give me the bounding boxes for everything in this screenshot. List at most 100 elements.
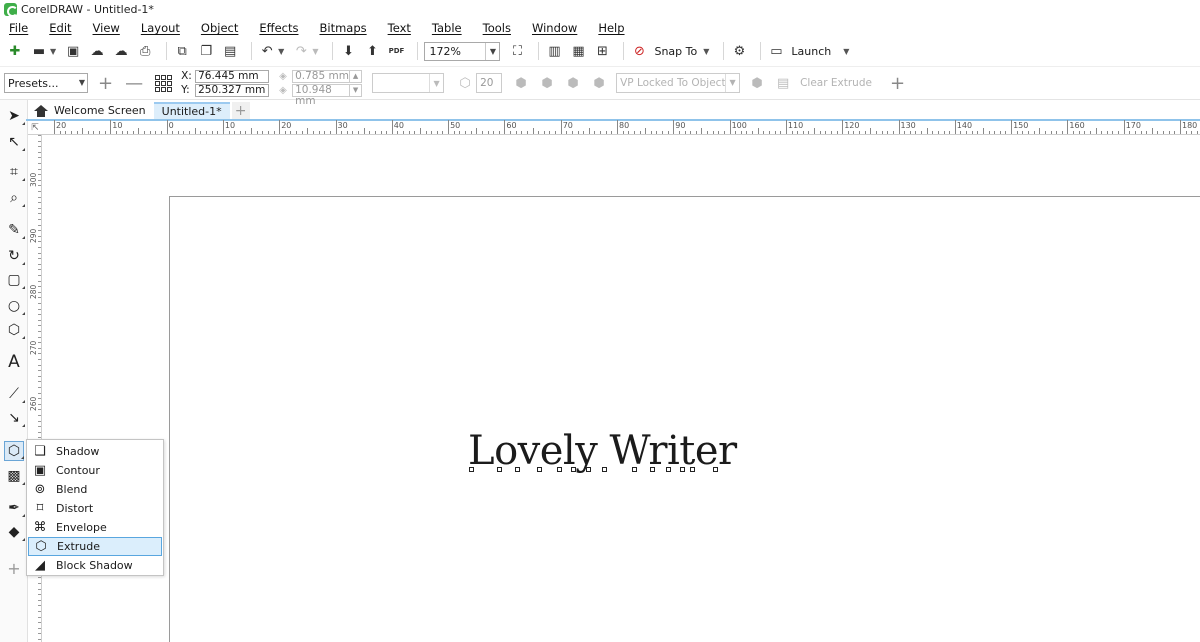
- vanishing-point-select[interactable]: VP Locked To Object ▼: [616, 73, 741, 93]
- flyout-item-block-shadow[interactable]: ◢ Block Shadow: [28, 556, 162, 575]
- menu-tools[interactable]: Tools: [483, 21, 511, 35]
- zoom-tool-icon[interactable]: ⌕: [4, 188, 25, 208]
- menu-edit[interactable]: Edit: [49, 21, 71, 35]
- flyout-item-distort[interactable]: ⌑ Distort: [28, 499, 162, 518]
- menu-window[interactable]: Window: [532, 21, 577, 35]
- flyout-item-envelope[interactable]: ⌘ Envelope: [28, 518, 162, 537]
- menu-help[interactable]: Help: [598, 21, 624, 35]
- node-handle[interactable]: [571, 467, 576, 472]
- print-icon[interactable]: ⎙: [136, 42, 154, 60]
- export-icon[interactable]: ⬆: [363, 42, 381, 60]
- node-handle[interactable]: [497, 467, 502, 472]
- remove-preset-icon[interactable]: —: [125, 73, 143, 94]
- menu-object[interactable]: Object: [201, 21, 238, 35]
- new-tab-icon[interactable]: +: [231, 102, 250, 119]
- flyout-item-shadow[interactable]: ❑ Shadow: [28, 442, 162, 461]
- node-handle[interactable]: [650, 467, 655, 472]
- parallel-dimension-tool-icon[interactable]: ⟋: [4, 384, 25, 404]
- y-position-input[interactable]: 250.327 mm: [195, 83, 270, 97]
- eyedropper-tool-icon[interactable]: ✒: [4, 498, 25, 518]
- launch-dropdown-icon[interactable]: ▼: [843, 47, 849, 56]
- text-tool-icon[interactable]: A: [4, 352, 24, 372]
- guidelines-icon[interactable]: ⊞: [593, 42, 611, 60]
- launch-label[interactable]: Launch: [791, 45, 831, 58]
- import-icon[interactable]: ⬇: [339, 42, 357, 60]
- node-handle[interactable]: [690, 467, 695, 472]
- undo-dropdown-icon[interactable]: ▼: [278, 47, 284, 56]
- grid-icon[interactable]: ▦: [569, 42, 587, 60]
- node-handle[interactable]: [557, 467, 562, 472]
- depth-input[interactable]: 20: [476, 73, 503, 93]
- copy-icon[interactable]: ❐: [197, 42, 215, 60]
- menu-layout[interactable]: Layout: [141, 21, 180, 35]
- artistic-media-tool-icon[interactable]: ↻: [4, 246, 25, 266]
- flyout-item-contour[interactable]: ▣ Contour: [28, 461, 162, 480]
- redo-icon[interactable]: ↷: [292, 42, 310, 60]
- chevron-down-icon[interactable]: ▼: [79, 78, 85, 87]
- ellipse-tool-icon[interactable]: ○: [4, 296, 25, 316]
- snap-to-label[interactable]: Snap To: [654, 45, 697, 58]
- save-icon[interactable]: ▣: [64, 42, 82, 60]
- lighting-icon[interactable]: ⬢: [748, 74, 766, 92]
- presets-select[interactable]: Presets... ▼: [4, 73, 88, 93]
- tab-welcome-screen[interactable]: Welcome Screen: [26, 102, 154, 119]
- node-handle[interactable]: [602, 467, 607, 472]
- rectangle-tool-icon[interactable]: ▢: [4, 270, 25, 290]
- color-icon[interactable]: ⬢: [564, 74, 582, 92]
- tab-untitled-1[interactable]: Untitled-1*: [153, 102, 230, 119]
- new-document-icon[interactable]: ✚: [6, 42, 24, 60]
- ruler-origin-icon[interactable]: ⇱: [28, 121, 42, 135]
- height-input[interactable]: 10.948 mm: [292, 83, 351, 106]
- node-handle[interactable]: [537, 467, 542, 472]
- open-dropdown-icon[interactable]: ▼: [50, 47, 56, 56]
- node-handle[interactable]: [713, 467, 718, 472]
- width-input[interactable]: 0.785 mm: [292, 69, 351, 83]
- cloud-download-icon[interactable]: ☁: [88, 42, 106, 60]
- connector-tool-icon[interactable]: ↘: [4, 408, 25, 428]
- node-handle[interactable]: [680, 467, 685, 472]
- effects-tool-icon[interactable]: ⬡: [4, 441, 24, 461]
- node-handle[interactable]: [666, 467, 671, 472]
- x-position-input[interactable]: 76.445 mm: [195, 69, 270, 83]
- quick-customize-icon[interactable]: +: [4, 558, 24, 578]
- menu-effects[interactable]: Effects: [259, 21, 298, 35]
- node-handle[interactable]: [586, 467, 591, 472]
- vanishing-point-icon[interactable]: ⬢: [512, 74, 530, 92]
- add-property-icon[interactable]: +: [890, 73, 905, 94]
- interactive-fill-tool-icon[interactable]: ◆: [4, 522, 25, 542]
- polygon-tool-icon[interactable]: ⬡: [4, 320, 25, 340]
- flyout-item-extrude[interactable]: ⬡ Extrude: [28, 537, 162, 556]
- launch-icon[interactable]: ▭: [767, 42, 785, 60]
- node-handle[interactable]: [632, 467, 637, 472]
- menu-bitmaps[interactable]: Bitmaps: [319, 21, 366, 35]
- bevel-icon[interactable]: ⬢: [590, 74, 608, 92]
- node-handle[interactable]: [515, 467, 520, 472]
- chevron-down-icon[interactable]: ▼: [429, 74, 443, 92]
- snap-off-icon[interactable]: ⊘: [630, 42, 648, 60]
- menu-view[interactable]: View: [93, 21, 120, 35]
- reference-point-icon[interactable]: [155, 72, 175, 94]
- snap-dropdown-icon[interactable]: ▼: [703, 47, 709, 56]
- horizontal-ruler[interactable]: 20 10 0 10 20 30 40 50 60 70 80 90 100 110 120 130 140 15…: [28, 120, 1200, 135]
- flyout-item-blend[interactable]: ⊚ Blend: [28, 480, 162, 499]
- chevron-down-icon[interactable]: ▼: [485, 42, 499, 60]
- clear-extrude-icon[interactable]: ▤: [774, 74, 792, 92]
- crop-tool-icon[interactable]: ⌗: [4, 162, 25, 182]
- menu-file[interactable]: File: [9, 21, 28, 35]
- options-gear-icon[interactable]: ⚙: [730, 42, 748, 60]
- pdf-export-icon[interactable]: PDF: [387, 42, 405, 60]
- rotation-icon[interactable]: ⬢: [538, 74, 556, 92]
- redo-dropdown-icon[interactable]: ▼: [312, 47, 318, 56]
- height-spinner-icon[interactable]: ▼: [350, 83, 363, 97]
- add-preset-icon[interactable]: +: [98, 73, 113, 94]
- width-spinner-icon[interactable]: ▲: [350, 69, 363, 83]
- shape-tool-icon[interactable]: ↖: [4, 132, 25, 152]
- cut-icon[interactable]: ⧉: [173, 42, 191, 60]
- pick-tool-icon[interactable]: ➤: [4, 106, 25, 126]
- cloud-upload-icon[interactable]: ☁: [112, 42, 130, 60]
- paste-icon[interactable]: ▤: [221, 42, 239, 60]
- clear-extrude-button[interactable]: Clear Extrude: [800, 77, 872, 89]
- transparency-tool-icon[interactable]: ▩: [4, 466, 25, 486]
- chevron-down-icon[interactable]: ▼: [725, 74, 739, 92]
- open-folder-icon[interactable]: ▬: [30, 42, 48, 60]
